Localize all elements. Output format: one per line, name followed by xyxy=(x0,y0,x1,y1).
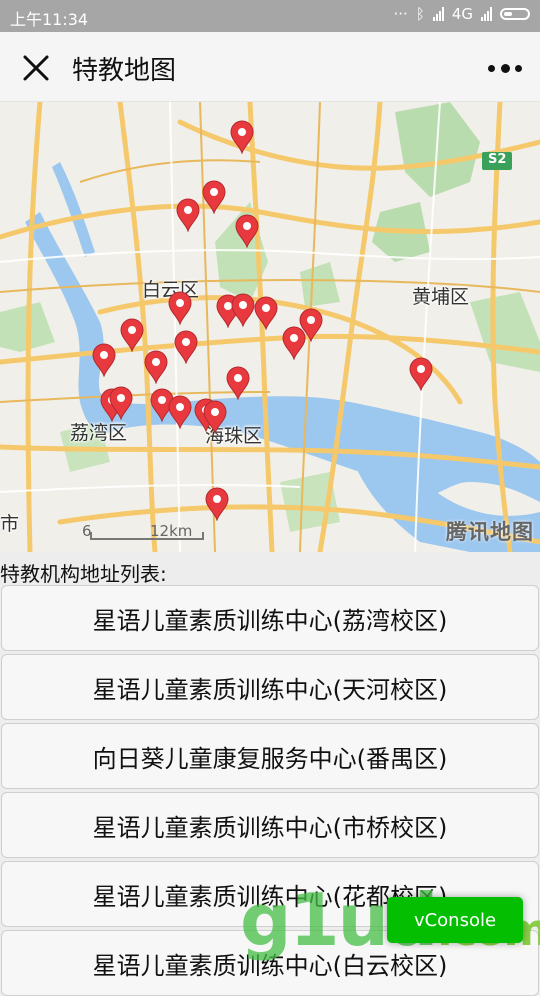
map-pin-icon[interactable] xyxy=(167,291,193,325)
list-item[interactable]: 星语儿童素质训练中心(天河校区) xyxy=(1,654,539,720)
map-label-shi: 市 xyxy=(0,513,20,535)
close-button[interactable] xyxy=(18,50,54,86)
list-item[interactable]: 星语儿童素质训练中心(市桥校区) xyxy=(1,792,539,858)
list-item[interactable]: 向日葵儿童康复服务中心(番禺区) xyxy=(1,723,539,789)
map-pin-icon[interactable] xyxy=(201,180,227,214)
map-provider-logo: 腾讯地图 xyxy=(446,520,534,544)
map-pin-icon[interactable] xyxy=(167,395,193,429)
map-scale-tick: 6 xyxy=(82,522,92,540)
more-icon-dot xyxy=(515,64,522,72)
map-pin-icon[interactable] xyxy=(281,326,307,360)
status-time: 上午11:34 xyxy=(10,10,89,29)
map-pin-icon[interactable] xyxy=(408,357,434,391)
list-item[interactable]: 星语儿童素质训练中心(荔湾校区) xyxy=(1,585,539,651)
map-view[interactable]: S2 白云区 黄埔区 荔湾区 海珠区 市 6 12km 腾讯地图 xyxy=(0,102,540,552)
map-pin-icon[interactable] xyxy=(108,386,134,420)
nav-bar: 特教地图 xyxy=(0,32,540,102)
list-heading: 特教机构地址列表: xyxy=(0,562,167,586)
map-pin-icon[interactable] xyxy=(234,214,260,248)
map-pin-icon[interactable] xyxy=(229,120,255,154)
map-label-huangpu: 黄埔区 xyxy=(412,286,470,308)
map-pin-icon[interactable] xyxy=(175,198,201,232)
map-pin-icon[interactable] xyxy=(253,296,279,330)
more-icon-dot xyxy=(500,63,510,73)
more-status-icon: ··· xyxy=(393,5,408,23)
status-icons: ··· ᛒ 4G xyxy=(393,5,530,23)
map-label-liwan: 荔湾区 xyxy=(70,422,128,444)
map-pin-icon[interactable] xyxy=(173,330,199,364)
bluetooth-icon: ᛒ xyxy=(415,5,425,23)
map-pin-icon[interactable] xyxy=(202,400,228,434)
more-button[interactable] xyxy=(488,58,522,78)
map-pin-icon[interactable] xyxy=(204,487,230,521)
signal-icon xyxy=(432,7,444,21)
more-icon xyxy=(488,64,495,72)
map-pin-icon[interactable] xyxy=(225,366,251,400)
page-title: 特教地图 xyxy=(72,56,177,86)
map-pin-icon[interactable] xyxy=(119,318,145,352)
close-icon xyxy=(23,55,49,81)
map-pin-icon[interactable] xyxy=(91,343,117,377)
status-bar: 上午11:34 ··· ᛒ 4G xyxy=(0,0,540,32)
map-pin-icon[interactable] xyxy=(143,350,169,384)
map-scale-label: 12km xyxy=(150,522,193,540)
battery-icon xyxy=(500,8,530,20)
wifi-signal-icon xyxy=(481,7,492,21)
vconsole-button[interactable]: vConsole xyxy=(387,897,523,943)
highway-label: S2 xyxy=(488,152,507,167)
network-label: 4G xyxy=(451,5,473,23)
